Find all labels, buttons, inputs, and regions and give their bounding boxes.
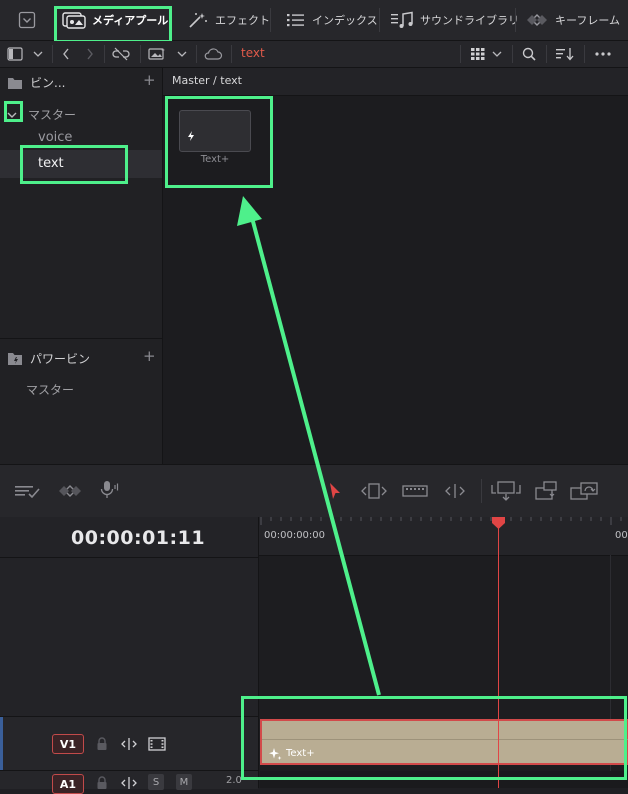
forward-arrow-icon[interactable] <box>82 45 98 63</box>
separator <box>379 8 380 32</box>
playhead-marker-icon[interactable] <box>491 517 506 530</box>
keyframe-icon[interactable] <box>55 481 85 501</box>
tab-keyframes[interactable]: キーフレーム <box>525 3 620 37</box>
insert-clip-icon[interactable] <box>490 479 522 503</box>
audio-track-header: A1 S M 2.0 <box>0 770 258 794</box>
separator <box>512 45 513 63</box>
cloud-sync-icon[interactable] <box>202 45 224 63</box>
film-strip-icon[interactable] <box>148 736 166 755</box>
power-bin-master[interactable]: マスター <box>26 381 74 398</box>
video-track-header: V1 <box>0 716 258 770</box>
separator <box>140 45 141 63</box>
video-track-label[interactable]: V1 <box>52 734 84 754</box>
timeline-options-icon[interactable] <box>14 481 42 501</box>
sort-icon[interactable] <box>554 45 576 63</box>
more-options-icon[interactable] <box>592 45 614 63</box>
tab-effects[interactable]: エフェクト <box>187 3 270 37</box>
dynamic-trim-icon[interactable] <box>440 481 470 501</box>
divider <box>0 338 162 339</box>
timeline-ruler[interactable]: 00:00:00:00 00 <box>259 517 628 556</box>
add-bin-button[interactable]: + <box>143 71 156 89</box>
timecode-display: 00:00:01:11 <box>71 527 206 549</box>
track-indicator <box>0 717 3 770</box>
ruler-start-label: 00:00:00:00 <box>264 530 326 541</box>
auto-select-icon[interactable] <box>120 736 138 755</box>
timeline-track-headers: 00:00:01:11 V1 A1 S M 2.0 <box>0 517 259 794</box>
separator <box>515 8 516 32</box>
chevron-down-icon[interactable] <box>30 45 46 63</box>
folder-icon <box>8 74 22 93</box>
microphone-icon[interactable] <box>96 479 122 501</box>
timeline-toolbar <box>0 464 628 518</box>
highlight-master-chevron <box>4 101 23 122</box>
separator <box>546 45 547 63</box>
sound-library-icon <box>391 11 413 28</box>
panel-toggle-button[interactable] <box>18 3 36 37</box>
selection-cursor-icon[interactable] <box>326 481 344 501</box>
bin-list-panel: ビン... + マスター voice text パワービン + マスター <box>0 68 163 464</box>
power-bin-header: パワービン <box>30 352 91 366</box>
media-pool-toolbar: text <box>0 41 628 68</box>
separator <box>52 45 53 63</box>
ruler-next-label: 00 <box>615 530 628 541</box>
current-bin-name: text <box>241 46 265 60</box>
bins-header: ビン... <box>30 76 66 90</box>
separator <box>460 45 461 63</box>
overwrite-clip-icon[interactable] <box>530 479 562 503</box>
power-bin-icon <box>8 350 24 369</box>
breadcrumb: Master / text <box>172 74 242 87</box>
master-bin[interactable]: マスター <box>28 106 76 123</box>
tab-index[interactable]: インデックス <box>286 3 378 37</box>
separator <box>104 45 105 63</box>
bin-item-voice[interactable]: voice <box>38 130 72 145</box>
separator <box>270 8 271 32</box>
add-power-bin-button[interactable]: + <box>143 347 156 365</box>
separator <box>196 45 197 63</box>
grid-view-icon[interactable] <box>468 45 488 63</box>
tab-label: エフェクト <box>215 14 270 27</box>
audio-track-label[interactable]: A1 <box>52 774 84 794</box>
unlink-icon[interactable] <box>110 45 132 63</box>
highlight-timeline-clip <box>241 696 627 780</box>
chevron-down-box-icon <box>18 11 36 29</box>
separator <box>584 45 585 63</box>
audio-level: 2.0 <box>226 775 242 786</box>
lock-icon[interactable] <box>96 736 108 755</box>
trim-edit-icon[interactable] <box>358 481 390 501</box>
tab-label: キーフレーム <box>555 14 621 27</box>
index-list-icon <box>287 14 304 27</box>
chevron-down-icon[interactable] <box>174 45 190 63</box>
highlight-text-bin <box>20 145 128 184</box>
back-arrow-icon[interactable] <box>58 45 74 63</box>
highlight-media-pool <box>54 6 172 43</box>
lock-icon[interactable] <box>96 775 108 794</box>
chevron-down-icon[interactable] <box>490 45 504 63</box>
search-icon[interactable] <box>520 45 538 63</box>
highlight-clip <box>165 96 273 188</box>
tab-label: インデックス <box>312 14 378 27</box>
tab-label: サウンドライブラリ <box>420 14 519 27</box>
auto-select-icon[interactable] <box>120 775 138 794</box>
sidebar-toggle-icon[interactable] <box>6 45 24 63</box>
blade-edit-icon[interactable] <box>400 481 430 501</box>
tab-sound-library[interactable]: サウンドライブラリ <box>390 3 519 37</box>
replace-clip-icon[interactable] <box>568 479 602 503</box>
effects-wand-icon <box>189 13 207 28</box>
keyframe-icon <box>527 14 547 26</box>
separator <box>231 45 232 63</box>
separator <box>481 479 482 503</box>
ruler-ticks <box>260 517 622 525</box>
image-import-icon[interactable] <box>146 45 168 63</box>
